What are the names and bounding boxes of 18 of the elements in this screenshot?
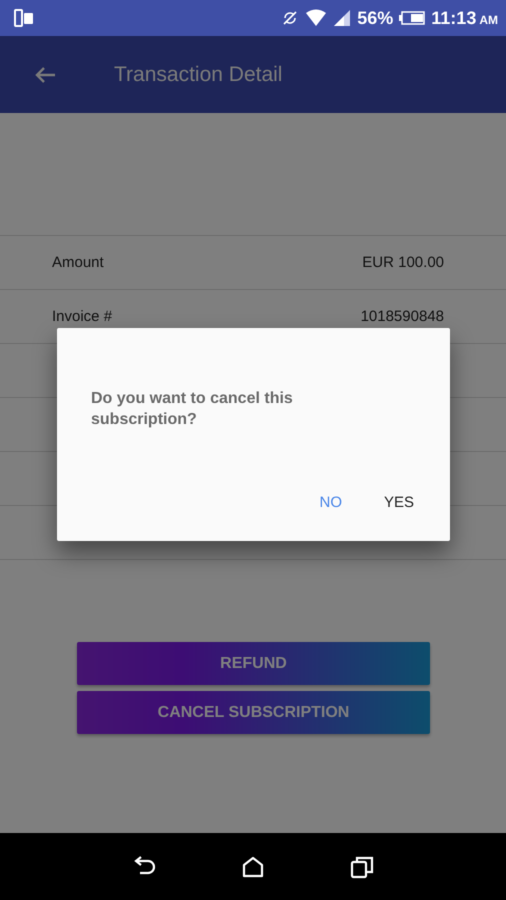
dialog-button[interactable]: NO xyxy=(307,486,354,519)
wifi-icon xyxy=(305,9,328,27)
cell-signal-icon xyxy=(333,9,352,27)
back-arrow-icon[interactable] xyxy=(34,66,56,84)
detail-label: Invoice # xyxy=(52,308,112,325)
screen-mirror-icon xyxy=(14,9,34,27)
screen-title: Transaction Detail xyxy=(114,62,282,86)
sync-off-icon xyxy=(281,9,300,27)
detail-value: 1018590848 xyxy=(360,308,444,325)
dialog-message: Do you want to cancel this subscription? xyxy=(91,389,294,430)
battery-percent: 56% xyxy=(357,8,394,28)
action-button[interactable]: REFUND xyxy=(77,642,430,685)
clock: 11:13 AM xyxy=(431,8,498,28)
detail-value: EUR 100.00 xyxy=(362,254,444,271)
detail-label: Amount xyxy=(52,254,104,271)
dialog-button[interactable]: YES xyxy=(372,486,426,519)
action-button[interactable]: CANCEL SUBSCRIPTION xyxy=(77,691,430,734)
battery-icon xyxy=(399,11,426,25)
